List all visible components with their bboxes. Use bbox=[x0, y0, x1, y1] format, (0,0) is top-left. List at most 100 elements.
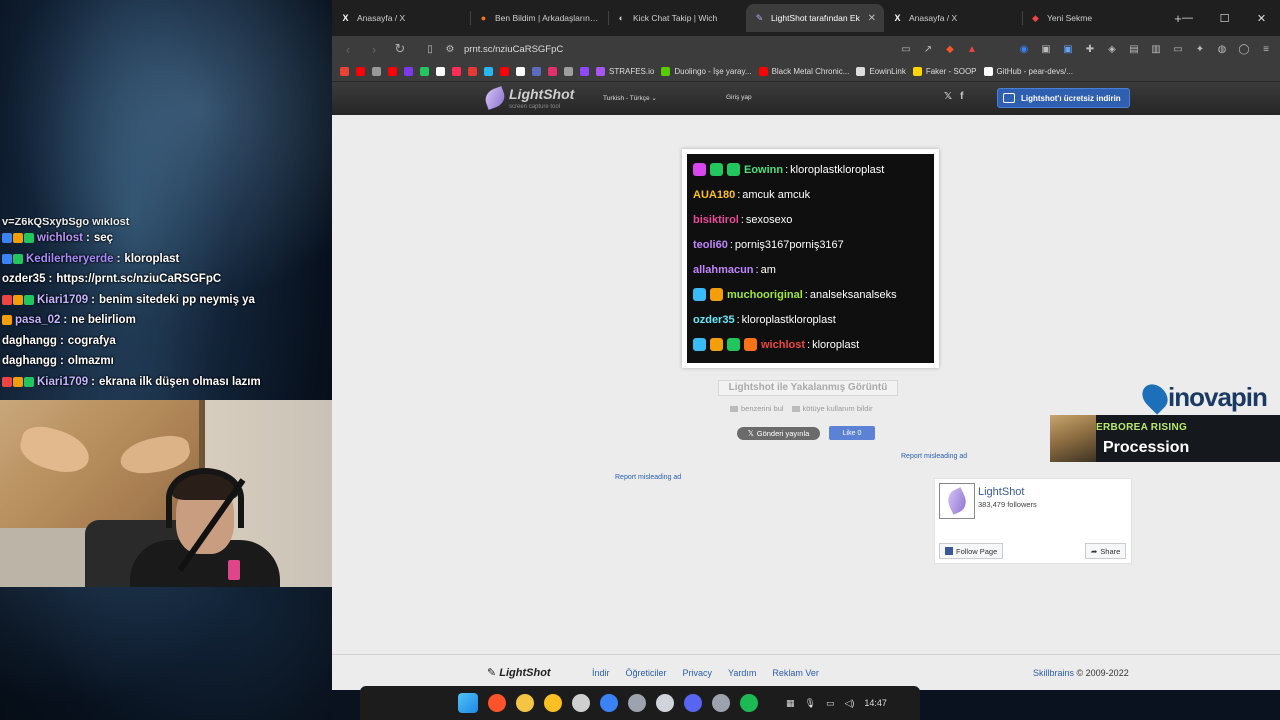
language-selector[interactable]: Turkish - Türkçe ⌄ bbox=[603, 94, 657, 102]
taskbar-app-icon[interactable] bbox=[656, 694, 674, 712]
chat-badges bbox=[2, 315, 12, 326]
report-misleading-ad-link-2[interactable]: Report misleading ad bbox=[615, 474, 681, 481]
wallet-card-icon[interactable]: ▭ bbox=[1172, 43, 1184, 55]
bookmark-label: Faker - SOOP bbox=[925, 67, 977, 76]
footer-link[interactable]: Privacy bbox=[683, 668, 713, 678]
badge-icon bbox=[693, 338, 706, 351]
taskbar-app-icon[interactable] bbox=[712, 694, 730, 712]
browser-tab[interactable]: ◐ Kick Chat Takip | Wich bbox=[608, 4, 746, 32]
bookmark-item[interactable] bbox=[404, 67, 413, 76]
chat-username: Kiari1709 bbox=[37, 375, 89, 388]
bookmark-item[interactable] bbox=[532, 67, 541, 76]
report-abuse-link[interactable]: kötüye kullanım bildir bbox=[791, 404, 873, 413]
bookmark-item[interactable] bbox=[436, 67, 445, 76]
bookmark-item[interactable]: STRAFES.io bbox=[596, 67, 654, 76]
clock[interactable]: 14:47 bbox=[864, 698, 887, 708]
site-info-icon[interactable]: ⚙ bbox=[444, 43, 456, 55]
mic-icon[interactable]: 🎙 bbox=[805, 698, 816, 709]
bookmark-item[interactable] bbox=[420, 67, 429, 76]
bookmark-item[interactable] bbox=[500, 67, 509, 76]
tweet-button[interactable]: 𝕏 Gönderi yayınla bbox=[737, 427, 820, 440]
download-button[interactable]: Lightshot'ı ücretsiz indirin bbox=[997, 88, 1130, 108]
bookmark-item[interactable] bbox=[452, 67, 461, 76]
back-button[interactable]: ‹ bbox=[340, 42, 356, 57]
forward-button[interactable]: › bbox=[366, 42, 382, 57]
bookmark-item[interactable]: Black Metal Chronic... bbox=[758, 67, 849, 76]
brave-shields-icon[interactable]: ◆ bbox=[944, 43, 956, 55]
sidebar-icon[interactable]: ▥ bbox=[1150, 43, 1162, 55]
monitor-icon[interactable]: ▭ bbox=[826, 698, 835, 709]
fb-follow-button[interactable]: Follow Page bbox=[939, 543, 1004, 559]
bookmark-item[interactable] bbox=[564, 67, 573, 76]
bookmark-item[interactable] bbox=[372, 67, 381, 76]
minimize-button[interactable]: — bbox=[1169, 0, 1206, 36]
tab-close-icon[interactable]: ✕ bbox=[868, 13, 876, 24]
extension-icon-1[interactable]: ▣ bbox=[1040, 43, 1052, 55]
twitter-icon[interactable]: 𝕏 bbox=[944, 91, 952, 102]
bookmark-item[interactable]: Faker - SOOP bbox=[912, 67, 977, 76]
fb-share-button[interactable]: ➦ Share bbox=[1085, 543, 1127, 559]
find-similar-link[interactable]: benzerini bul bbox=[730, 404, 784, 413]
taskbar-app-icon[interactable] bbox=[600, 694, 618, 712]
bookmark-item[interactable] bbox=[484, 67, 493, 76]
taskbar-app-icon[interactable] bbox=[516, 694, 534, 712]
report-misleading-ad-link[interactable]: Report misleading ad bbox=[901, 453, 967, 460]
reload-button[interactable]: ↻ bbox=[392, 41, 408, 57]
browser-tab[interactable]: ◆ Yeni Sekme bbox=[1022, 4, 1160, 32]
close-window-button[interactable]: ✕ bbox=[1243, 0, 1280, 36]
wallet-icon[interactable]: ◉ bbox=[1018, 43, 1030, 55]
bookmark-item[interactable] bbox=[548, 67, 557, 76]
browser-tab[interactable]: ✎ LightShot tarafından Ek ✕ bbox=[746, 4, 884, 32]
footer-link[interactable]: Reklam Ver bbox=[772, 668, 819, 678]
menu-icon[interactable]: ≡ bbox=[1260, 43, 1272, 55]
vpn-icon[interactable]: ◍ bbox=[1216, 43, 1228, 55]
taskbar-app-icon[interactable] bbox=[740, 694, 758, 712]
bookmark-icon[interactable]: ▯ bbox=[424, 43, 436, 55]
bookmark-item[interactable] bbox=[468, 67, 477, 76]
bookmark-favicon-icon bbox=[436, 67, 445, 76]
extensions-puzzle-icon[interactable]: ✚ bbox=[1084, 43, 1096, 55]
extension-icon-3[interactable]: ◈ bbox=[1106, 43, 1118, 55]
screenshot-image[interactable]: Eowinn: kloroplastkloroplast AUA180: amcuk … bbox=[682, 149, 939, 368]
browser-tab[interactable]: X Anasayfa / X bbox=[332, 4, 470, 32]
fb-page-name[interactable]: LightShot bbox=[978, 486, 1024, 498]
volume-icon[interactable]: ◁) bbox=[844, 698, 854, 709]
extension-icon-2[interactable]: ▣ bbox=[1062, 43, 1074, 55]
maximize-button[interactable]: ☐ bbox=[1206, 0, 1243, 36]
bookmark-item[interactable] bbox=[580, 67, 589, 76]
browser-tab[interactable]: ● Ben Bildim | Arkadaşlarınla O bbox=[470, 4, 608, 32]
browser-tab[interactable]: X Anasayfa / X bbox=[884, 4, 1022, 32]
facebook-icon[interactable]: f bbox=[960, 91, 963, 102]
facebook-like-button[interactable]: Like 0 bbox=[829, 426, 875, 440]
taskbar-app-icon[interactable] bbox=[572, 694, 590, 712]
footer-link[interactable]: İndir bbox=[592, 668, 610, 678]
taskbar-app-icon[interactable] bbox=[684, 694, 702, 712]
profile-icon[interactable]: ◯ bbox=[1238, 43, 1250, 55]
bookmark-item[interactable]: GitHub - pear-devs/... bbox=[983, 67, 1073, 76]
taskbar-app-icon[interactable] bbox=[544, 694, 562, 712]
cast-icon[interactable]: ▭ bbox=[900, 43, 912, 55]
leo-icon[interactable]: ✦ bbox=[1194, 43, 1206, 55]
chat-username: daghangg bbox=[2, 355, 57, 368]
login-link[interactable]: Giriş yap bbox=[726, 94, 752, 101]
bookmark-item[interactable]: Duolingo - İşe yaray... bbox=[661, 67, 752, 76]
address-bar[interactable]: ▯ ⚙ prnt.sc/nziuCaRSGFpC ▭ ↗ ◆ ▲ bbox=[418, 38, 978, 60]
footer-link[interactable]: Yardım bbox=[728, 668, 756, 678]
bookmark-item[interactable] bbox=[516, 67, 525, 76]
extension-icon-4[interactable]: ▤ bbox=[1128, 43, 1140, 55]
skillbrains-link[interactable]: Skillbrains bbox=[1033, 668, 1074, 678]
bookmark-item[interactable]: EowinLink bbox=[856, 67, 906, 76]
bookmark-item[interactable] bbox=[388, 67, 397, 76]
tray-overflow-icon[interactable]: ▦ bbox=[786, 698, 795, 709]
windows-start-icon[interactable] bbox=[458, 693, 478, 713]
bookmark-item[interactable] bbox=[340, 67, 349, 76]
bookmark-item[interactable] bbox=[356, 67, 365, 76]
fb-page-avatar[interactable] bbox=[939, 483, 975, 519]
rewards-icon[interactable]: ▲ bbox=[966, 43, 978, 55]
taskbar-app-icon[interactable] bbox=[628, 694, 646, 712]
taskbar-app-icon[interactable] bbox=[488, 694, 506, 712]
footer-logo[interactable]: ✎ LightShot bbox=[487, 666, 551, 679]
share-icon[interactable]: ↗ bbox=[922, 43, 934, 55]
lightshot-logo[interactable]: LightShot screen capture tool bbox=[482, 86, 574, 110]
footer-link[interactable]: Öğreticiler bbox=[626, 668, 667, 678]
